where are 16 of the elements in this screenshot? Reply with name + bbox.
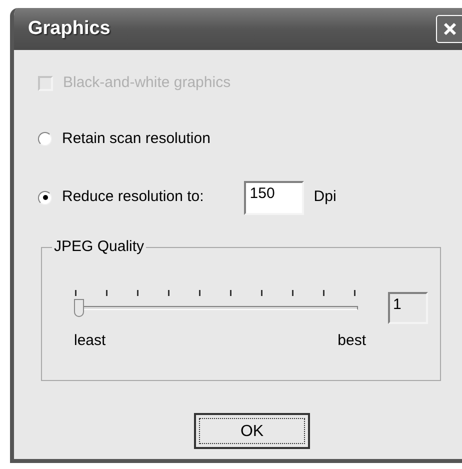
checkbox-label: Black-and-white graphics: [63, 72, 231, 93]
close-icon: [442, 21, 458, 37]
unit-label: Dpi: [314, 187, 336, 208]
window-title: Graphics: [28, 16, 110, 41]
radio-label: Retain scan resolution: [62, 129, 210, 149]
min-label: least: [74, 330, 106, 350]
ok-button[interactable]: OK: [194, 412, 310, 448]
resolution-field[interactable]: 150: [244, 180, 304, 214]
close-button[interactable]: [436, 15, 462, 43]
max-label: best: [338, 330, 366, 350]
radio-label: Reduce resolution to:: [62, 187, 204, 208]
radio-button[interactable]: [38, 132, 52, 146]
radio-button[interactable]: [38, 190, 52, 204]
slider-thumb[interactable]: [74, 298, 84, 316]
quality-value: 1: [388, 292, 428, 324]
slider[interactable]: [74, 298, 358, 316]
